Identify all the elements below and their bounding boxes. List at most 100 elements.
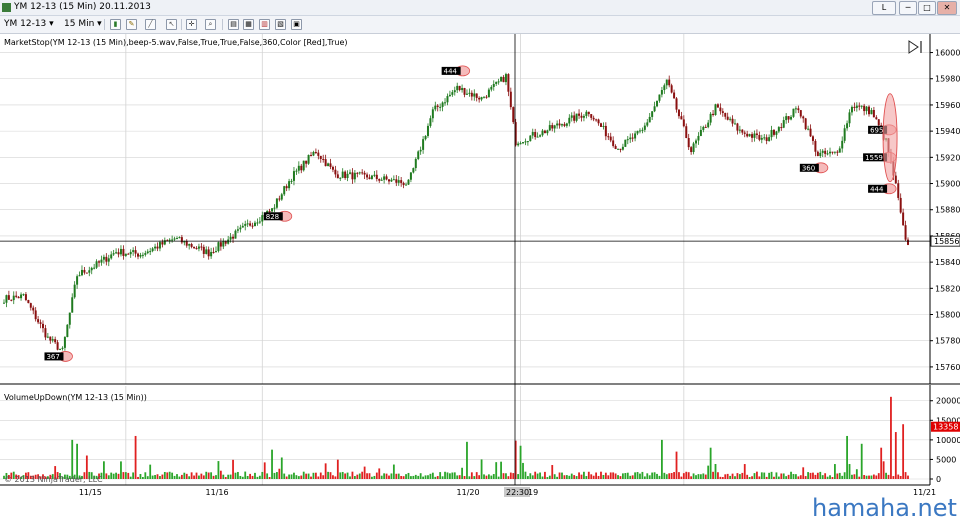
properties-icon[interactable]: ▦ (243, 19, 254, 30)
candle-body (631, 137, 634, 139)
candle-body (587, 111, 590, 115)
candle-body (249, 223, 252, 226)
candle-body (122, 248, 125, 256)
candle-body (46, 336, 49, 338)
candle-body (431, 109, 434, 119)
volume-bar (668, 473, 671, 479)
volume-bar (227, 474, 230, 479)
candle-body (794, 108, 797, 110)
volume-bar (261, 471, 264, 479)
candle-body (180, 237, 183, 243)
volume-axis: 2000015000100005000013358 (929, 385, 960, 485)
candle-body (465, 93, 468, 95)
app-icon (2, 3, 11, 12)
volume-bar (682, 473, 685, 479)
candle-body (777, 127, 780, 132)
candle-body (7, 295, 10, 300)
candle-body (524, 141, 527, 143)
candle-body (461, 88, 464, 91)
volume-bar (838, 472, 841, 479)
close-button[interactable]: ✕ (937, 1, 957, 15)
volume-bar (139, 473, 142, 479)
candle-body (90, 267, 93, 271)
candle-body (531, 132, 534, 136)
candle-body (154, 246, 157, 249)
volume-bar (785, 476, 788, 479)
volume-bar (807, 472, 809, 479)
volume-bar (300, 475, 303, 479)
volume-bar (546, 477, 549, 479)
volume-bar (575, 476, 578, 479)
volume-bar (643, 476, 646, 479)
draw-tools-icon[interactable]: ╱ (145, 19, 156, 30)
volume-bar (831, 477, 834, 479)
crosshair-icon[interactable]: ✛ (186, 19, 197, 30)
maximize-button[interactable]: □ (918, 1, 936, 15)
price-tick-label: 15820 (935, 284, 960, 293)
volume-bar (721, 477, 724, 479)
volume-bar (417, 475, 420, 479)
zoom-icon[interactable]: ⌕ (205, 19, 216, 30)
volume-bar (422, 476, 425, 479)
data-box-icon[interactable]: ▤ (228, 19, 239, 30)
volume-bar (561, 472, 563, 479)
candle-body (402, 182, 405, 186)
candle-body (634, 133, 637, 139)
candle-body (470, 92, 473, 97)
candle-body (176, 238, 179, 240)
volume-bar (848, 464, 851, 479)
volume-bar (402, 476, 405, 479)
pencil-icon[interactable]: ✎ (126, 19, 137, 30)
candle-body (312, 151, 315, 156)
volume-bar (288, 474, 290, 479)
bar-type-icon[interactable]: ▮ (110, 19, 121, 30)
minimize-button[interactable]: ─ (899, 1, 917, 15)
candle-body (519, 143, 522, 145)
candle-body (629, 137, 632, 140)
candle-body (894, 175, 897, 184)
volume-bar (880, 447, 883, 479)
instrument-selector[interactable]: YM 12-13 ▾ (4, 18, 54, 31)
scroll-to-end-icon[interactable] (908, 40, 922, 54)
volume-bar (295, 475, 298, 479)
candle-body (695, 140, 698, 144)
candle-body (741, 129, 744, 133)
candle-body (653, 106, 656, 112)
candle-body (677, 109, 680, 117)
volume-bar (738, 474, 741, 479)
interval-selector[interactable]: 15 Min ▾ (64, 18, 102, 31)
price-axis: 1600015980159601594015920159001588015860… (929, 34, 960, 384)
volume-bar (439, 472, 442, 479)
marker-label: 828 (266, 213, 279, 221)
candle-body (144, 253, 147, 255)
volume-bar (748, 476, 751, 479)
candle-body (495, 81, 498, 84)
volume-bar (363, 466, 366, 479)
volume-bar (692, 473, 695, 479)
candle-body (716, 104, 719, 108)
candle-body (548, 125, 551, 131)
price-tick-label: 15940 (935, 127, 960, 136)
candle-body (283, 186, 286, 195)
indicators-icon[interactable]: ▥ (259, 19, 270, 30)
volume-bar (312, 472, 315, 479)
volume-bar (719, 476, 722, 479)
candle-body (244, 223, 247, 226)
chart-area[interactable]: 367 828 444 360 695 1559 444 MarketStop(YM 12-… (0, 34, 960, 520)
volume-bar (897, 474, 900, 479)
link-button[interactable]: L (872, 1, 896, 15)
volume-bar (819, 471, 822, 479)
pointer-icon[interactable]: ↖ (166, 19, 177, 30)
strategies-icon[interactable]: ▧ (275, 19, 286, 30)
candle-body (366, 174, 369, 178)
save-icon[interactable]: ▣ (291, 19, 302, 30)
candle-body (115, 252, 118, 254)
volume-bar (127, 472, 130, 479)
candle-body (339, 177, 342, 179)
candle-body (643, 125, 646, 130)
volume-bar (853, 474, 856, 479)
candle-body (139, 255, 142, 257)
candle-body (400, 180, 403, 183)
candle-body (704, 126, 707, 128)
candle-body (305, 160, 308, 164)
